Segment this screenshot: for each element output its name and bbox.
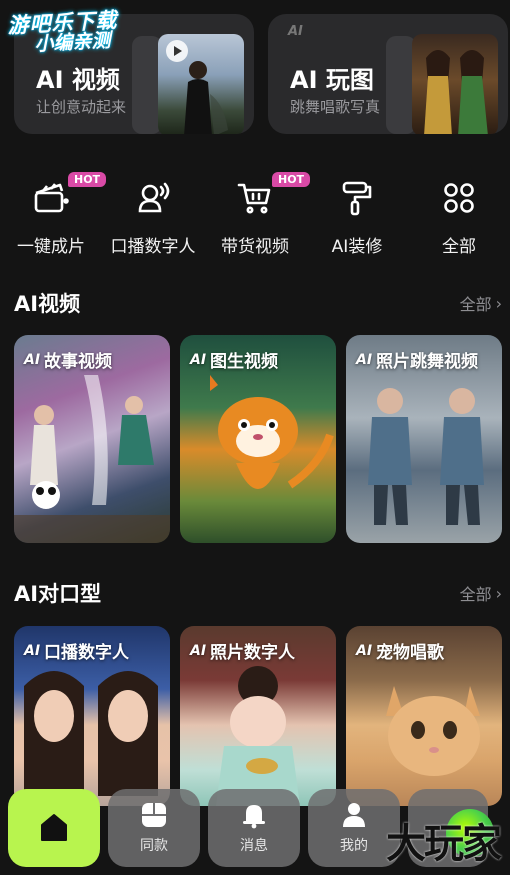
bell-icon [243,805,265,829]
card-label: AI 宠物唱歌 [356,638,445,664]
ai-lipsync-cards: AI 口播数字人 AI 照片数字人 AI 宠物唱歌 [14,626,510,806]
watermark: 游吧乐下载 小编亲测 [7,8,119,57]
card-photo-dance-video[interactable]: AI 照片跳舞视频 [346,335,502,543]
nav-home[interactable] [8,789,100,867]
paint-roller-icon [337,178,377,218]
woman-figure-image [184,61,228,134]
see-all-link[interactable]: 全部 › [460,291,502,315]
ai-video-cards: AI 故事视频 AI 图生视频 AI 照片跳舞视频 [14,335,510,543]
see-all-label: 全部 [459,295,492,314]
section-title: AI对口型 [14,582,102,606]
nav-label: 同款 [140,838,168,854]
card-title: 故事视频 [44,352,113,372]
card-story-video[interactable]: AI 故事视频 [14,335,170,543]
ai-image-subtitle: 跳舞唱歌写真 [290,98,381,116]
tool-label: AI装修 [331,237,383,257]
card-photo-avatar[interactable]: AI 照片数字人 [180,626,336,806]
clapperboard-icon [31,178,71,218]
ai-image-card[interactable]: AI AI 玩图 跳舞唱歌写真 [268,14,508,134]
card-label: AI 照片数字人 [190,638,296,664]
tool-sales-video[interactable]: HOT 带货视频 [204,172,311,258]
ai-mark: AI [356,642,373,659]
ai-tag: AI [288,24,303,39]
tool-ai-decoration[interactable]: AI装修 [306,172,408,258]
brand-watermark: 大玩家 [386,821,502,867]
quick-tools-row: HOT 一键成片 口播数字人 HOT 带货视频 AI装修 全部 [0,172,510,258]
chevron-right-icon: › [495,583,502,603]
section-header-ai-lipsync: AI对口型 全部 › [14,578,502,608]
nav-messages[interactable]: 消息 [208,789,300,867]
singers-image [424,50,488,134]
grid-icon [439,178,479,218]
shopping-cart-icon [235,178,275,218]
ai-image-title: AI 玩图 [290,66,374,94]
tool-all[interactable]: 全部 [408,172,510,258]
nav-template[interactable]: 同款 [108,789,200,867]
hot-badge: HOT [272,172,311,187]
nav-label: 消息 [240,838,268,854]
ai-video-title: AI 视频 [36,66,120,94]
ai-mark: AI [24,351,41,368]
see-all-label: 全部 [459,585,492,604]
user-icon [343,803,365,827]
card-label: AI 故事视频 [24,347,113,373]
ai-mark: AI [24,642,41,659]
speaking-avatar-icon [133,178,173,218]
card-pet-singing[interactable]: AI 宠物唱歌 [346,626,502,806]
ai-mark: AI [356,351,373,368]
card-title: 宠物唱歌 [376,643,445,663]
home-icon [41,814,67,841]
tool-speaking-avatar[interactable]: 口播数字人 [102,172,204,258]
card-label: AI 图生视频 [190,347,279,373]
ai-mark: AI [190,351,207,368]
hot-badge: HOT [68,172,107,187]
see-all-link[interactable]: 全部 › [460,581,502,605]
card-title: 口播数字人 [44,643,130,663]
ai-mark: AI [190,642,207,659]
ai-image-thumbnail [412,34,498,134]
card-image-to-video[interactable]: AI 图生视频 [180,335,336,543]
card-title: 照片数字人 [210,643,296,663]
chevron-right-icon: › [495,293,502,313]
tool-label: 一键成片 [17,237,85,257]
tool-label: 全部 [442,237,476,257]
nav-label: 我的 [340,838,368,854]
ai-video-subtitle: 让创意动起来 [36,98,127,116]
card-title: 图生视频 [210,352,279,372]
tool-one-click-video[interactable]: HOT 一键成片 [0,172,107,258]
section-title: AI视频 [14,292,81,316]
template-icon [142,803,166,827]
card-label: AI 口播数字人 [24,638,130,664]
card-label: AI 照片跳舞视频 [356,347,479,373]
card-speaking-avatar[interactable]: AI 口播数字人 [14,626,170,806]
tool-label: 带货视频 [221,237,289,257]
card-title: 照片跳舞视频 [376,352,479,372]
ai-video-thumbnail [158,34,244,134]
tool-label: 口播数字人 [110,237,196,257]
section-header-ai-video: AI视频 全部 › [14,288,502,318]
